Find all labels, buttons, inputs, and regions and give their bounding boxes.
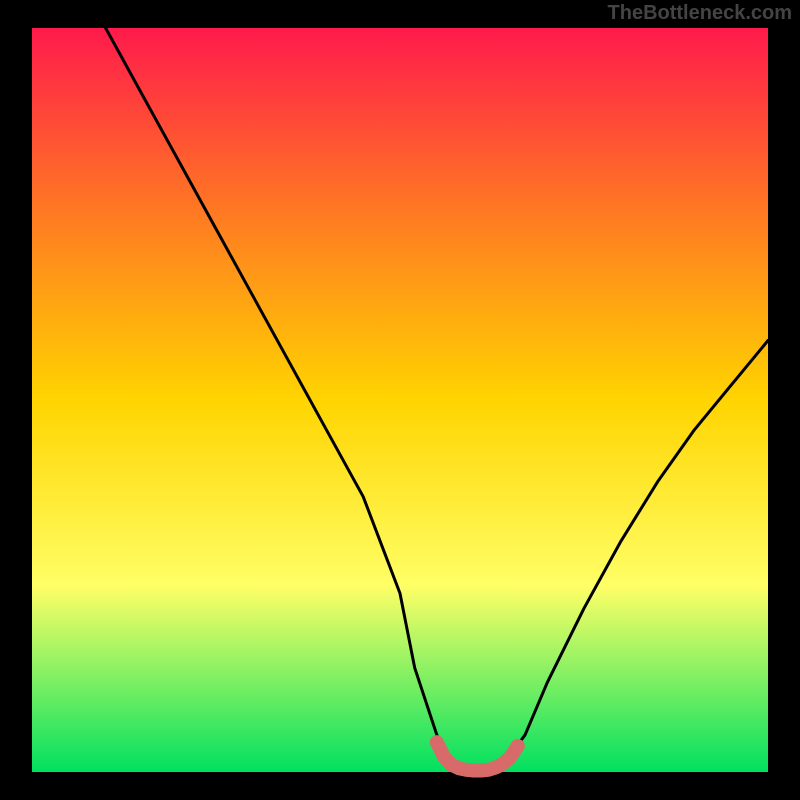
gradient-panel (32, 28, 768, 772)
bottleneck-chart (0, 0, 800, 800)
watermark-text: TheBottleneck.com (608, 2, 792, 25)
chart-stage: TheBottleneck.com (0, 0, 800, 800)
